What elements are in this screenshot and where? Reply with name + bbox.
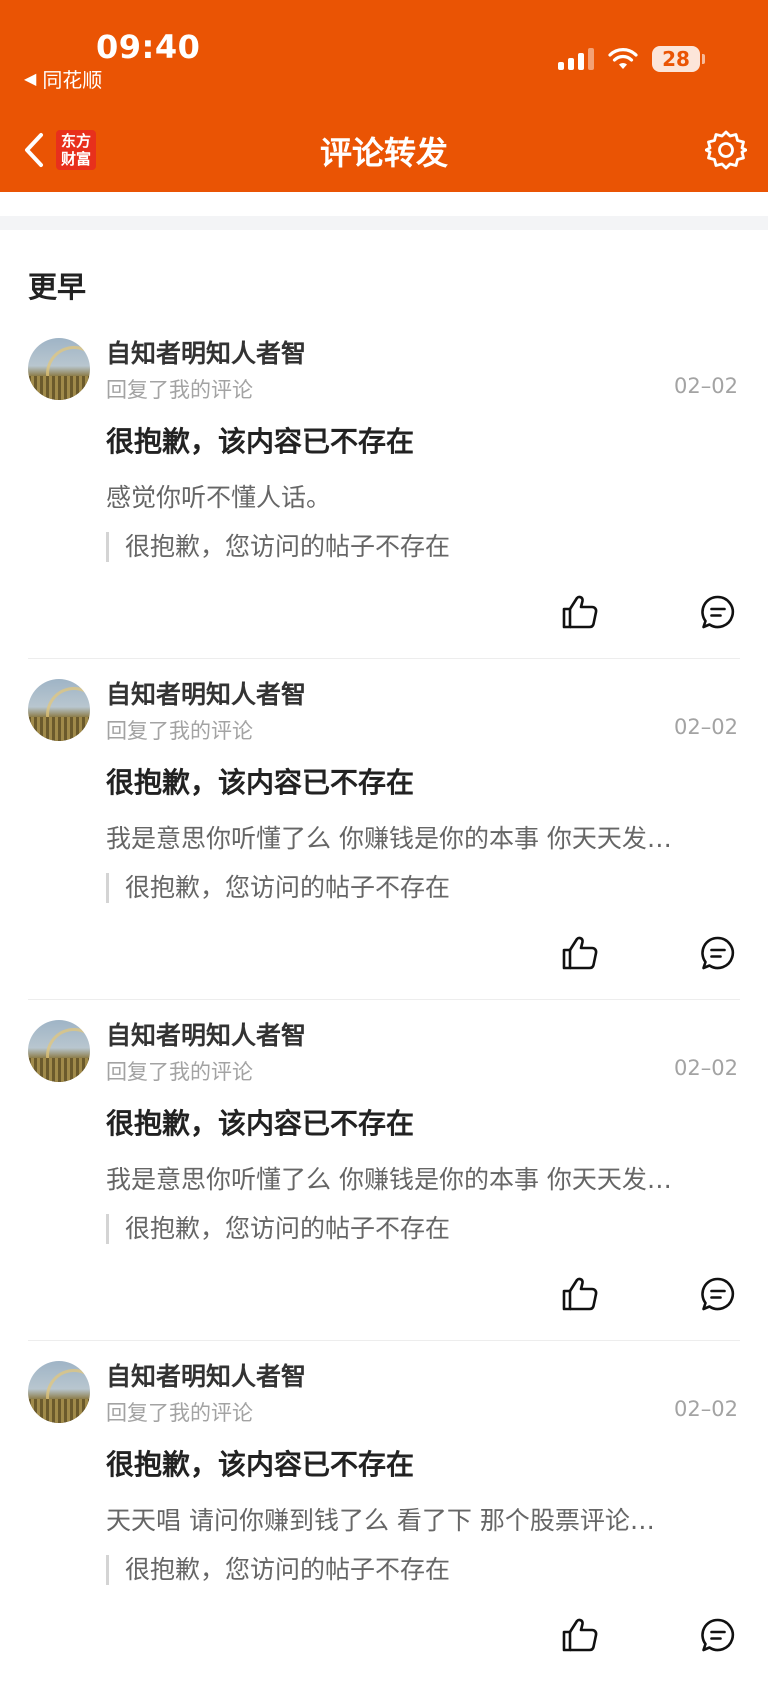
quoted-post[interactable]: 很抱歉，您访问的帖子不存在 bbox=[106, 532, 450, 562]
comment-bubble-icon bbox=[701, 1277, 735, 1311]
username[interactable]: 自知者明知人者智 bbox=[106, 1357, 306, 1393]
thumbs-up-icon bbox=[562, 936, 598, 970]
quoted-post[interactable]: 很抱歉，您访问的帖子不存在 bbox=[106, 1214, 450, 1244]
avatar[interactable] bbox=[28, 338, 90, 400]
action-text: 回复了我的评论 bbox=[106, 378, 253, 402]
status-time: 09:40 bbox=[96, 28, 201, 66]
reply-content[interactable]: 天天唱 请问你赚到钱了么 看了下 那个股票评论… bbox=[106, 1501, 732, 1537]
comment-item[interactable]: 自知者明知人者智 回复了我的评论 02–02 很抱歉，该内容已不存在 感觉你听不… bbox=[0, 320, 768, 661]
deleted-notice: 很抱歉，该内容已不存在 bbox=[106, 766, 415, 799]
comment-item[interactable]: 自知者明知人者智 回复了我的评论 02–02 很抱歉，该内容已不存在 天天唱 请… bbox=[0, 1343, 768, 1684]
back-triangle-icon: ◀ bbox=[24, 69, 37, 88]
deleted-notice: 很抱歉，该内容已不存在 bbox=[106, 425, 415, 458]
comment-list: 自知者明知人者智 回复了我的评论 02–02 很抱歉，该内容已不存在 感觉你听不… bbox=[0, 320, 768, 1684]
comment-item[interactable]: 自知者明知人者智 回复了我的评论 02–02 很抱歉，该内容已不存在 我是意思你… bbox=[0, 1002, 768, 1343]
reply-content[interactable]: 感觉你听不懂人话。 bbox=[106, 478, 732, 514]
like-button[interactable] bbox=[556, 1611, 604, 1659]
action-text: 回复了我的评论 bbox=[106, 1401, 253, 1425]
gear-icon bbox=[705, 130, 747, 170]
deleted-notice: 很抱歉，该内容已不存在 bbox=[106, 1448, 415, 1481]
reply-button[interactable] bbox=[694, 1611, 742, 1659]
avatar[interactable] bbox=[28, 1361, 90, 1423]
section-gap bbox=[0, 216, 768, 230]
top-bar: 09:40 ◀ 同花顺 28 东方 财富 评论转发 bbox=[0, 0, 768, 192]
action-text: 回复了我的评论 bbox=[106, 719, 253, 743]
comment-bubble-icon bbox=[701, 595, 735, 629]
comment-bubble-icon bbox=[701, 936, 735, 970]
username[interactable]: 自知者明知人者智 bbox=[106, 675, 306, 711]
thumbs-up-icon bbox=[562, 595, 598, 629]
settings-button[interactable] bbox=[702, 126, 750, 174]
thumbs-up-icon bbox=[562, 1277, 598, 1311]
comment-date: 02–02 bbox=[674, 1056, 738, 1080]
status-indicators: 28 bbox=[558, 46, 705, 72]
item-divider bbox=[28, 999, 740, 1000]
like-button[interactable] bbox=[556, 929, 604, 977]
like-button[interactable] bbox=[556, 588, 604, 636]
quoted-post[interactable]: 很抱歉，您访问的帖子不存在 bbox=[106, 1555, 450, 1585]
username[interactable]: 自知者明知人者智 bbox=[106, 334, 306, 370]
avatar[interactable] bbox=[28, 679, 90, 741]
username[interactable]: 自知者明知人者智 bbox=[106, 1016, 306, 1052]
avatar[interactable] bbox=[28, 1020, 90, 1082]
section-title: 更早 bbox=[28, 270, 87, 304]
comment-bubble-icon bbox=[701, 1618, 735, 1652]
comment-item[interactable]: 自知者明知人者智 回复了我的评论 02–02 很抱歉，该内容已不存在 我是意思你… bbox=[0, 661, 768, 1002]
back-app-label: 同花顺 bbox=[42, 68, 103, 92]
comment-date: 02–02 bbox=[674, 1397, 738, 1421]
comment-date: 02–02 bbox=[674, 715, 738, 739]
comment-date: 02–02 bbox=[674, 374, 738, 398]
cellular-signal-icon bbox=[558, 48, 594, 70]
item-divider bbox=[28, 658, 740, 659]
reply-content[interactable]: 我是意思你听懂了么 你赚钱是你的本事 你天天发… bbox=[106, 1160, 732, 1196]
like-button[interactable] bbox=[556, 1270, 604, 1318]
thumbs-up-icon bbox=[562, 1618, 598, 1652]
reply-button[interactable] bbox=[694, 929, 742, 977]
wifi-icon bbox=[608, 48, 638, 69]
deleted-notice: 很抱歉，该内容已不存在 bbox=[106, 1107, 415, 1140]
reply-content[interactable]: 我是意思你听懂了么 你赚钱是你的本事 你天天发… bbox=[106, 819, 732, 855]
action-text: 回复了我的评论 bbox=[106, 1060, 253, 1084]
page-title: 评论转发 bbox=[319, 134, 448, 172]
reply-button[interactable] bbox=[694, 1270, 742, 1318]
reply-button[interactable] bbox=[694, 588, 742, 636]
status-back-to-app[interactable]: ◀ 同花顺 bbox=[24, 64, 102, 93]
quoted-post[interactable]: 很抱歉，您访问的帖子不存在 bbox=[106, 873, 450, 903]
item-divider bbox=[28, 1340, 740, 1341]
battery-indicator: 28 bbox=[652, 46, 705, 72]
